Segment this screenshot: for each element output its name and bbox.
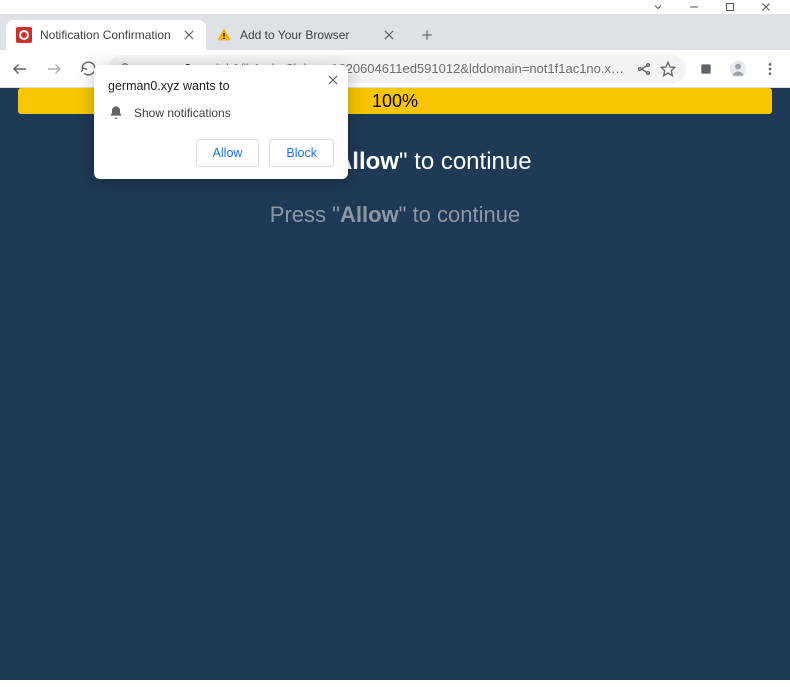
bell-icon [108,105,124,121]
maximize-button[interactable] [724,1,736,13]
minimize-button[interactable] [688,1,700,13]
notification-permission-popup: german0.xyz wants to Show notifications … [94,65,348,179]
tab-bar: Notification Confirmation Add to Your Br… [0,14,790,50]
popup-permission-row: Show notifications [108,105,334,121]
tab-title: Notification Confirmation [40,28,174,42]
profile-avatar-icon[interactable] [724,55,752,83]
back-button[interactable] [6,55,34,83]
allow-button[interactable]: Allow [196,139,260,167]
tab-close-icon[interactable] [382,28,396,42]
extensions-icon[interactable] [692,55,720,83]
caret-down-icon[interactable] [652,1,664,13]
frame-bottom [0,680,790,686]
window-controls [0,0,790,14]
forward-button[interactable] [40,55,68,83]
share-icon[interactable] [636,61,652,77]
popup-permission-label: Show notifications [134,106,231,120]
window-close-button[interactable] [760,1,772,13]
toolbar-right-icons [692,55,784,83]
block-button[interactable]: Block [269,139,334,167]
headline-secondary: Press "Allow" to continue [0,202,790,228]
progress-label: 100% [372,91,418,112]
tab-close-icon[interactable] [182,28,196,42]
favicon-warning-icon [216,27,232,43]
tab-add-to-your-browser[interactable]: Add to Your Browser [206,20,406,50]
kebab-menu-icon[interactable] [756,55,784,83]
popup-close-icon[interactable] [326,73,340,87]
new-tab-button[interactable] [412,20,442,50]
popup-origin-text: german0.xyz wants to [108,79,334,93]
favicon-red-icon [16,27,32,43]
tab-title: Add to Your Browser [240,28,374,42]
tab-notification-confirmation[interactable]: Notification Confirmation [6,20,206,50]
bookmark-star-icon[interactable] [660,61,676,77]
popup-buttons: Allow Block [108,139,334,167]
